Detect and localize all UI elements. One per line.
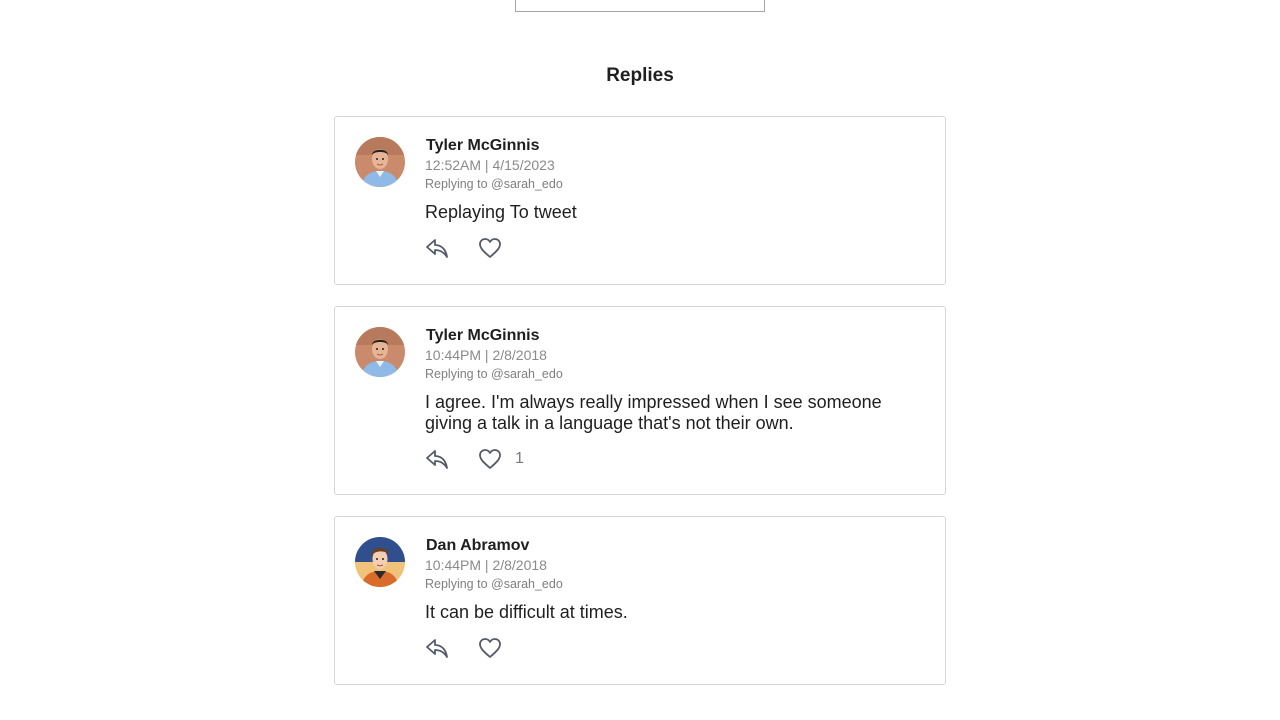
author-name[interactable]: Dan Abramov	[426, 537, 529, 555]
heart-outline-icon	[479, 238, 501, 258]
like-button[interactable]: 1	[478, 448, 524, 470]
tweet-text: It can be difficult at times.	[425, 602, 628, 622]
reply-tweet[interactable]: Tyler McGinnis 12:52AM | 4/15/2023 Reply…	[334, 116, 946, 285]
reply-tweet[interactable]: Dan Abramov 10:44PM | 2/8/2018 Replying …	[334, 516, 946, 685]
avatar	[355, 137, 405, 187]
tweet-actions	[425, 235, 515, 261]
heart-outline-icon	[479, 449, 501, 469]
timestamp: 10:44PM | 2/8/2018	[425, 347, 547, 363]
tweet-actions: 1	[425, 446, 524, 472]
heart-outline-icon	[479, 638, 501, 658]
like-button[interactable]	[478, 637, 515, 659]
reply-button[interactable]	[425, 637, 449, 659]
author-name[interactable]: Tyler McGinnis	[426, 137, 540, 155]
input-box-bottom-edge[interactable]	[515, 0, 765, 12]
tweet-text: Replaying To tweet	[425, 202, 577, 222]
reply-tweet[interactable]: Tyler McGinnis 10:44PM | 2/8/2018 Replyi…	[334, 306, 946, 495]
replying-to: Replying to @sarah_edo	[425, 367, 563, 381]
replies-list: Tyler McGinnis 12:52AM | 4/15/2023 Reply…	[334, 116, 946, 706]
replying-to: Replying to @sarah_edo	[425, 577, 563, 591]
like-count: 1	[515, 450, 524, 467]
replying-to: Replying to @sarah_edo	[425, 177, 563, 191]
reply-arrow-icon	[426, 450, 448, 469]
avatar	[355, 327, 405, 377]
replies-heading: Replies	[606, 65, 674, 86]
reply-arrow-icon	[426, 239, 448, 258]
tweet-actions	[425, 635, 515, 661]
timestamp: 12:52AM | 4/15/2023	[425, 157, 555, 173]
avatar	[355, 537, 405, 587]
timestamp: 10:44PM | 2/8/2018	[425, 557, 547, 573]
reply-button[interactable]	[425, 448, 449, 470]
like-button[interactable]	[478, 237, 515, 259]
page: Replies Tyler McGinnis 12:52AM | 4/15/20…	[0, 0, 1280, 720]
reply-arrow-icon	[426, 639, 448, 658]
tweet-text: I agree. I'm always really impressed whe…	[425, 392, 882, 433]
author-name[interactable]: Tyler McGinnis	[426, 327, 540, 345]
reply-button[interactable]	[425, 237, 449, 259]
